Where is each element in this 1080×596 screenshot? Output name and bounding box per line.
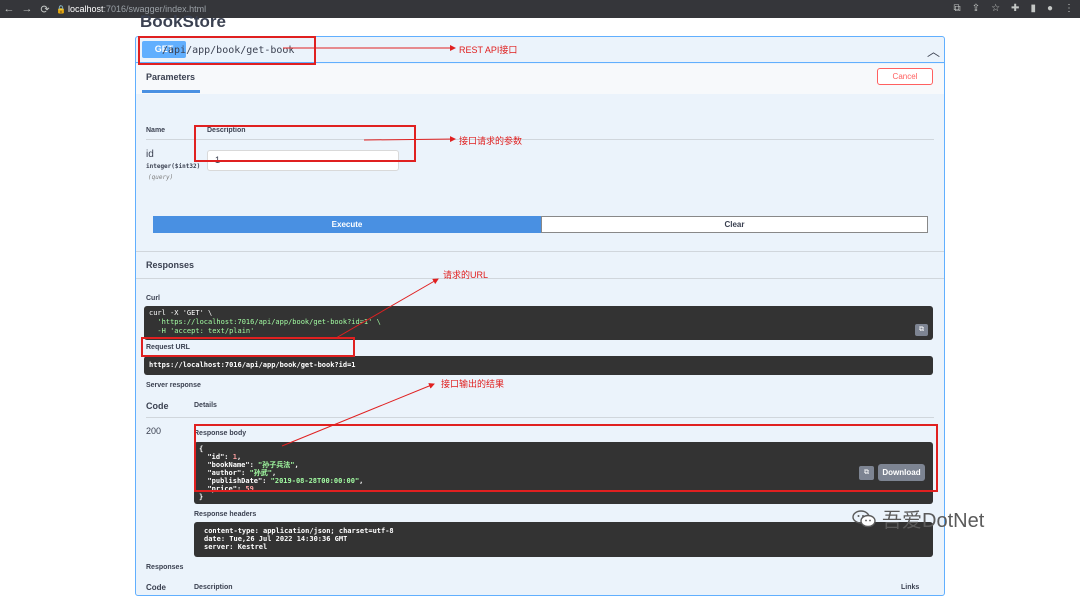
operation-block: GET /api/app/book/get-book ︿ Parameters …	[135, 36, 945, 596]
tab-underline	[142, 90, 200, 93]
menu-icon[interactable]: ⋮	[1064, 3, 1074, 14]
star-icon[interactable]: ☆	[991, 3, 1000, 14]
param-name: id	[146, 149, 154, 160]
details-column: Details	[194, 402, 217, 409]
copy-icon[interactable]: ⧉	[915, 324, 928, 336]
annotation-box-param	[194, 125, 416, 162]
back-icon[interactable]: ←	[0, 3, 18, 15]
tab-parameters[interactable]: Parameters	[146, 72, 195, 82]
param-in: (query)	[148, 174, 174, 181]
curl-line: 'https://localhost:7016/api/app/book/get…	[149, 318, 381, 326]
curl-line: -H 'accept: text/plain'	[149, 327, 255, 335]
server-response-label: Server response	[146, 382, 201, 389]
share-icon[interactable]: ⇪	[972, 3, 980, 14]
execute-button[interactable]: Execute	[153, 216, 541, 233]
response-headers-label: Response headers	[194, 511, 257, 518]
responses-title: Responses	[146, 260, 195, 270]
cancel-button[interactable]: Cancel	[877, 68, 933, 85]
json-brace: }	[199, 493, 204, 501]
response-headers: content-type: application/json; charset=…	[194, 522, 933, 557]
browser-actions: ⧉ ⇪ ☆ ✚ ▮ ● ⋮	[954, 3, 1074, 14]
annotation-box-url	[141, 337, 355, 357]
divider	[136, 278, 944, 279]
wechat-icon	[852, 509, 876, 527]
annotation-box-result	[194, 424, 938, 492]
header-line: content-type: application/json; charset=…	[204, 527, 394, 535]
url-host: localhost	[68, 4, 104, 14]
translate-icon[interactable]: ⧉	[954, 3, 961, 14]
status-code: 200	[146, 426, 162, 436]
watermark-text: 吾爱DotNet	[882, 510, 985, 532]
parameters-header: Parameters Cancel	[136, 64, 944, 94]
request-url: https://localhost:7016/api/app/book/get-…	[144, 356, 933, 375]
bottom-description-column: Description	[194, 584, 233, 591]
curl-line: curl -X 'GET' \	[149, 309, 213, 317]
divider	[146, 417, 934, 418]
annotation-params: 接口请求的参数	[459, 136, 523, 146]
bottom-code-column: Code	[146, 583, 166, 592]
curl-label: Curl	[146, 295, 160, 302]
annotation-url: 请求的URL	[443, 270, 489, 280]
divider	[136, 251, 944, 252]
lock-icon[interactable]: 🔒	[54, 5, 68, 14]
curl-code: curl -X 'GET' \ 'https://localhost:7016/…	[144, 306, 933, 340]
code-column: Code	[146, 401, 169, 411]
column-name: Name	[146, 127, 166, 134]
clear-button[interactable]: Clear	[541, 216, 928, 233]
watermark: 吾爱DotNet	[852, 504, 984, 533]
annotation-result: 接口输出的结果	[441, 379, 505, 389]
extensions-icon[interactable]: ✚	[1011, 3, 1019, 14]
param-type: integer($int32)	[146, 163, 201, 170]
header-line: date: Tue,26 Jul 2022 14:30:36 GMT	[204, 535, 348, 543]
forward-icon[interactable]: →	[18, 3, 36, 15]
bottom-links-column: Links	[901, 584, 920, 591]
sidepanel-icon[interactable]: ▮	[1030, 3, 1036, 14]
profile-icon[interactable]: ●	[1047, 3, 1053, 14]
annotation-rest-api: REST API接口	[459, 45, 518, 55]
annotation-box-endpoint	[138, 36, 316, 65]
reload-icon[interactable]: ⟳	[36, 3, 54, 16]
chevron-up-icon[interactable]: ︿	[927, 41, 940, 60]
header-line: server: Kestrel	[204, 543, 268, 551]
section-title: BookStore	[140, 12, 226, 31]
responses-bottom-label: Responses	[146, 564, 184, 571]
